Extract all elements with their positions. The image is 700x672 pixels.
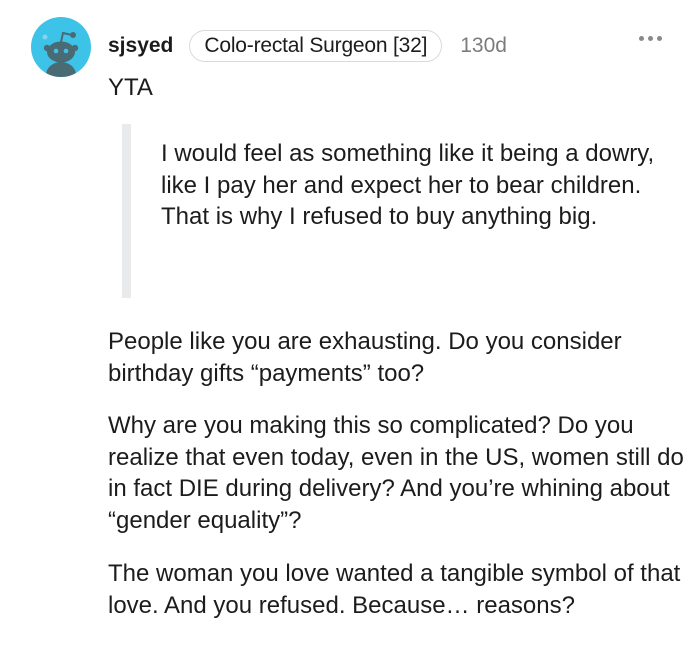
comment-body: YTA — [108, 72, 693, 103]
user-flair: Colo-rectal Surgeon [32] — [189, 30, 443, 62]
more-dot — [639, 36, 644, 41]
comment-paragraph: People like you are exhausting. Do you c… — [108, 328, 622, 387]
comment-age: 130d — [460, 34, 507, 57]
blockquote: I would feel as something like it being … — [122, 124, 661, 298]
comment-header: sjsyed Colo-rectal Surgeon [32] 130d — [108, 28, 507, 64]
verdict-text: YTA — [108, 74, 153, 101]
comment: sjsyed Colo-rectal Surgeon [32] 130d YTA… — [0, 0, 700, 672]
quote-text: I would feel as something like it being … — [161, 140, 655, 230]
more-dot — [657, 36, 662, 41]
comment-paragraph: Why are you making this so complicated? … — [108, 412, 684, 534]
user-avatar[interactable] — [31, 17, 91, 77]
more-options-icon[interactable] — [639, 36, 662, 41]
snoo-avatar-icon — [42, 31, 79, 77]
more-dot — [648, 36, 653, 41]
comment-paragraph: The woman you love wanted a tangible sym… — [108, 560, 681, 619]
username-link[interactable]: sjsyed — [108, 34, 173, 58]
